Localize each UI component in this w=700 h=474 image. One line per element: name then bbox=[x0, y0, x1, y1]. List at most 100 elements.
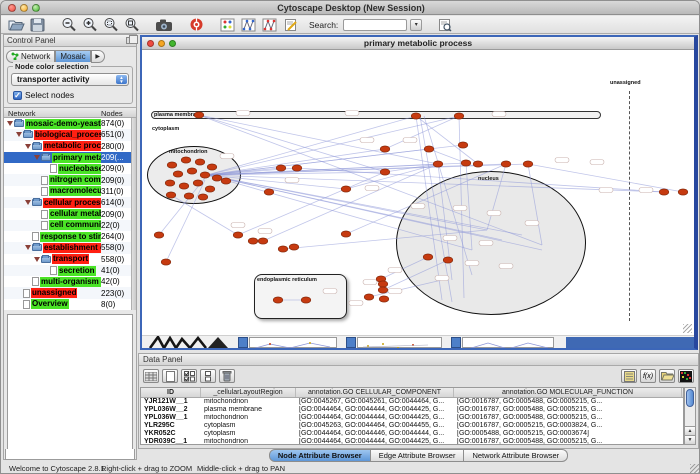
network-node[interactable] bbox=[659, 189, 669, 195]
network-node[interactable] bbox=[289, 244, 299, 250]
dropdown-stepper-icon[interactable]: ▲▼ bbox=[116, 75, 127, 84]
network-node[interactable] bbox=[501, 161, 511, 167]
network-node[interactable] bbox=[458, 142, 468, 148]
close-icon[interactable] bbox=[8, 4, 16, 12]
network-node[interactable] bbox=[273, 297, 283, 303]
table-cell[interactable]: [GO:0016787, GO:0005488, GO:0005215, G..… bbox=[454, 406, 682, 414]
birds-eye-view[interactable] bbox=[7, 314, 133, 460]
frame-close-icon[interactable] bbox=[147, 40, 154, 47]
table-row-2[interactable]: YPL036W__1mitochondrion[GO:0044464, GO:0… bbox=[141, 414, 683, 422]
tree-row-13[interactable]: secretion41(0) bbox=[4, 265, 136, 276]
table-row-4[interactable]: YKR052Ccytoplasm[GO:0044464, GO:0044446,… bbox=[141, 430, 683, 438]
table-row-3[interactable]: YLR295Ccytoplasm[GO:0045263, GO:0044464,… bbox=[141, 422, 683, 430]
expander-icon[interactable] bbox=[34, 257, 40, 262]
network-node[interactable] bbox=[161, 259, 171, 265]
network-node[interactable] bbox=[166, 192, 176, 198]
table-cell[interactable]: [GO:0045267, GO:0045261, GO:0044464, G..… bbox=[296, 398, 454, 406]
tree-row-5[interactable]: nitrogen compo209(0) bbox=[4, 174, 136, 185]
delete-attribute-icon[interactable] bbox=[219, 369, 235, 383]
table-cell[interactable]: YLR295C bbox=[141, 422, 201, 430]
network-node[interactable] bbox=[411, 113, 421, 119]
tab-edge-attribute-browser[interactable]: Edge Attribute Browser bbox=[371, 449, 465, 462]
network-node[interactable] bbox=[341, 186, 351, 192]
network-node[interactable] bbox=[424, 146, 434, 152]
network-node[interactable] bbox=[378, 281, 388, 287]
tree-row-6[interactable]: macromolecule311(0) bbox=[4, 186, 136, 197]
network-node[interactable] bbox=[278, 246, 288, 252]
network-node[interactable] bbox=[379, 296, 389, 302]
network-node[interactable] bbox=[264, 189, 274, 195]
network-node[interactable] bbox=[423, 254, 433, 260]
table-cell[interactable]: plasma membrane bbox=[201, 406, 296, 414]
open-file-icon[interactable] bbox=[7, 17, 25, 32]
layout-red-icon[interactable] bbox=[261, 17, 279, 32]
network-node[interactable] bbox=[212, 175, 222, 181]
network-node[interactable] bbox=[221, 178, 231, 184]
network-graph[interactable] bbox=[142, 50, 694, 335]
network-node[interactable] bbox=[193, 180, 203, 186]
tree-header-nodes[interactable]: Nodes bbox=[101, 109, 123, 118]
select-nodes-checkbox[interactable]: ✓ bbox=[13, 91, 22, 100]
import-attributes-icon[interactable] bbox=[659, 369, 675, 383]
table-cell[interactable]: [GO:0044464, GO:0044444, GO:0044425, G..… bbox=[296, 438, 454, 445]
table-cell[interactable]: [GO:0045263, GO:0044464, GO:0044455, G..… bbox=[296, 422, 454, 430]
attribute-table[interactable]: ID _cellularLayoutRegion annotation.GO C… bbox=[140, 387, 684, 445]
network-node[interactable] bbox=[198, 194, 208, 200]
background-frame-thumbnail[interactable] bbox=[462, 337, 554, 348]
expander-icon[interactable] bbox=[34, 155, 40, 160]
table-cell[interactable]: YPL036W__1 bbox=[141, 414, 201, 422]
scroll-up-icon[interactable]: ▲ bbox=[685, 426, 695, 435]
tab-network[interactable]: Network bbox=[6, 50, 55, 63]
network-node[interactable] bbox=[184, 193, 194, 199]
tree-row-8[interactable]: cellular metabol209(0) bbox=[4, 208, 136, 219]
tree-row-16[interactable]: Overview8(0) bbox=[4, 299, 136, 310]
table-row-1[interactable]: YPL036W__2plasma membrane[GO:0044464, GO… bbox=[141, 406, 683, 414]
table-cell[interactable]: mitochondrion bbox=[201, 414, 296, 422]
network-node[interactable] bbox=[364, 294, 374, 300]
expander-icon[interactable] bbox=[25, 200, 31, 205]
function-builder-icon[interactable]: f(x) bbox=[640, 369, 656, 383]
table-cell[interactable]: mitochondrion bbox=[201, 398, 296, 406]
match-selected-attributes-icon[interactable] bbox=[181, 369, 197, 383]
network-node[interactable] bbox=[341, 231, 351, 237]
select-attributes-icon[interactable] bbox=[143, 369, 159, 383]
attribute-table-header[interactable]: ID _cellularLayoutRegion annotation.GO C… bbox=[141, 388, 683, 398]
tree-row-1[interactable]: biological_process651(0) bbox=[4, 129, 136, 140]
network-node[interactable] bbox=[233, 232, 243, 238]
network-node[interactable] bbox=[154, 232, 164, 238]
background-frame-handle[interactable] bbox=[346, 337, 356, 348]
tree-row-9[interactable]: cell communicat22(0) bbox=[4, 220, 136, 231]
table-cell[interactable]: YKR052C bbox=[141, 430, 201, 438]
network-node[interactable] bbox=[443, 257, 453, 263]
tab-node-attribute-browser[interactable]: Node Attribute Browser bbox=[269, 449, 371, 462]
network-canvas[interactable]: plasma membrane cytoplasm mitochondrion … bbox=[142, 50, 694, 335]
float-panel-icon[interactable] bbox=[126, 37, 133, 44]
network-node[interactable] bbox=[205, 186, 215, 192]
network-node[interactable] bbox=[378, 287, 388, 293]
table-cell[interactable]: [GO:0044464, GO:0044444, GO:0044425, G..… bbox=[296, 414, 454, 422]
network-node[interactable] bbox=[473, 161, 483, 167]
network-node[interactable] bbox=[248, 238, 258, 244]
table-cell[interactable]: YPL036W__2 bbox=[141, 406, 201, 414]
background-frame-handle[interactable] bbox=[238, 337, 248, 348]
background-frame-thumbnail[interactable] bbox=[249, 337, 337, 348]
tab-network-attribute-browser[interactable]: Network Attribute Browser bbox=[464, 449, 568, 462]
tree-row-12[interactable]: transport558(0) bbox=[4, 254, 136, 265]
help-ring-icon[interactable] bbox=[187, 17, 205, 32]
overlap-networks-icon[interactable] bbox=[219, 17, 237, 32]
zoom-out-icon[interactable] bbox=[60, 17, 78, 32]
save-table-icon[interactable] bbox=[621, 369, 637, 383]
expander-icon[interactable] bbox=[25, 144, 31, 149]
tree-row-2[interactable]: metabolic process280(0) bbox=[4, 141, 136, 152]
network-node[interactable] bbox=[433, 161, 443, 167]
zoom-selected-region-icon[interactable] bbox=[102, 17, 120, 32]
table-cell[interactable]: [GO:0016787, GO:0005215, GO:0003824, G..… bbox=[454, 422, 682, 430]
scrollbar-thumb[interactable] bbox=[686, 389, 694, 407]
expander-icon[interactable] bbox=[25, 245, 31, 250]
tree-scrollbar[interactable] bbox=[131, 118, 136, 310]
frame-resize-grip-icon[interactable] bbox=[683, 324, 692, 333]
annotate-icon[interactable] bbox=[282, 17, 300, 32]
save-session-icon[interactable] bbox=[28, 17, 46, 32]
expander-icon[interactable] bbox=[7, 121, 13, 126]
network-node[interactable] bbox=[200, 172, 210, 178]
